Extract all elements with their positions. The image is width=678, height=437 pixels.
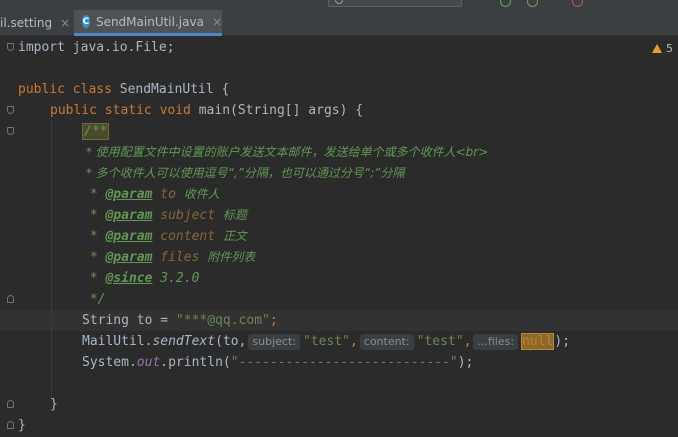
java-class-icon: C <box>82 15 90 28</box>
code-line-main: public static void main(String[] args) { <box>50 103 364 118</box>
fold-icon[interactable] <box>7 127 14 135</box>
param-hint-files: ...files: <box>473 334 519 350</box>
javadoc-since: * @since 3.2.0 <box>82 271 200 286</box>
toolbar-search-field[interactable] <box>328 0 462 7</box>
code-line-class: public class SendMainUtil { <box>18 82 230 97</box>
code-line-close-class: } <box>18 418 26 433</box>
tab-sendmainutil[interactable]: C SendMainUtil.java × <box>74 10 222 36</box>
javadoc-param-subject: * @param subject 标题 <box>82 208 247 223</box>
code-line-sendtext: MailUtil.sendText(to, subject: "test", cont… <box>82 333 571 350</box>
tab-label: SendMainUtil.java <box>95 14 204 29</box>
javadoc-start: /** <box>82 123 110 140</box>
indent-guide <box>51 121 52 401</box>
code-line-close-method: } <box>50 397 58 412</box>
fold-icon[interactable] <box>7 43 14 51</box>
param-hint-subject: subject: <box>248 334 300 350</box>
tab-setting[interactable]: il.setting × <box>0 10 74 36</box>
code-line-import: import java.io.File; <box>18 40 175 55</box>
fold-icon[interactable] <box>7 106 14 114</box>
tab-label: il.setting <box>0 16 53 30</box>
code-line-to: String to = "***@qq.com"; <box>82 313 278 328</box>
search-icon <box>335 0 343 4</box>
inspection-widget[interactable]: 5 <box>652 40 673 56</box>
close-icon[interactable]: × <box>60 16 70 30</box>
javadoc-line: * 使用配置文件中设置的账户发送文本邮件，发送给单个或多个收件人<br> <box>82 145 489 159</box>
fold-icon[interactable] <box>7 400 14 408</box>
close-icon[interactable]: × <box>212 15 222 29</box>
javadoc-param-files: * @param files 附件列表 <box>82 250 256 265</box>
warning-icon <box>652 43 662 53</box>
javadoc-param-to: * @param to 收件人 <box>82 187 220 202</box>
param-hint-content: content: <box>359 334 414 350</box>
editor-gutter <box>0 36 18 437</box>
code-line-println: System.out.println("--------------------… <box>82 355 474 370</box>
fold-icon[interactable] <box>7 295 14 303</box>
javadoc-end: */ <box>82 292 106 307</box>
fold-icon[interactable] <box>7 421 14 429</box>
warning-count: 5 <box>666 41 673 55</box>
javadoc-param-content: * @param content 正文 <box>82 229 247 244</box>
javadoc-line: * 多个收件人可以使用逗号“,”分隔，也可以通过分号“;”分隔 <box>82 166 405 180</box>
